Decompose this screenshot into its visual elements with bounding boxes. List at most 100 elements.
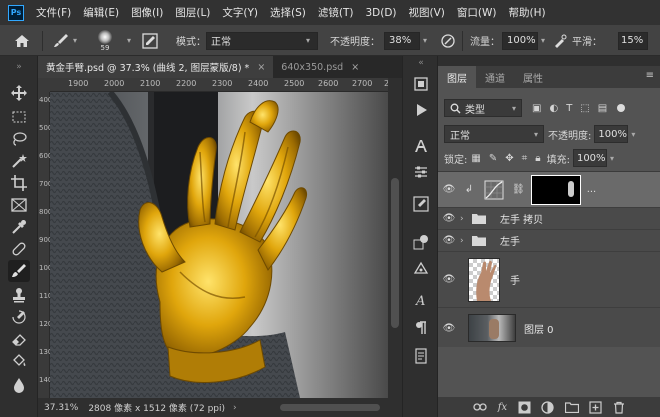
lock-all-icon[interactable]: 🔒︎ bbox=[535, 153, 540, 164]
close-icon[interactable]: × bbox=[257, 62, 265, 73]
eye-icon[interactable]: 👁︎ bbox=[438, 274, 460, 285]
adjustment-icon[interactable] bbox=[541, 400, 554, 414]
layer-row-hand[interactable]: 👁︎ 手 bbox=[438, 252, 660, 308]
zoom-level[interactable]: 37.31% bbox=[44, 403, 78, 413]
healing-brush-tool[interactable] bbox=[8, 238, 30, 260]
lasso-tool[interactable] bbox=[8, 128, 30, 150]
brush-tool[interactable] bbox=[8, 260, 30, 282]
blur-tool[interactable] bbox=[8, 374, 30, 396]
chevron-down-icon[interactable]: ▾ bbox=[541, 36, 545, 45]
eraser-tool[interactable] bbox=[8, 328, 30, 350]
blend-mode-select[interactable]: 正常 ▾ bbox=[444, 125, 544, 143]
brush-size-picker[interactable]: 59 bbox=[98, 25, 112, 56]
mode-select[interactable]: 正常 bbox=[206, 31, 318, 50]
chevron-down-icon[interactable]: ▾ bbox=[423, 36, 427, 45]
menu-3d[interactable]: 3D(D) bbox=[359, 7, 402, 19]
clone-source-panel-button[interactable] bbox=[411, 232, 431, 252]
layer-row-layer-0[interactable]: 👁︎ 图层 0 bbox=[438, 308, 660, 348]
vertical-scrollbar[interactable] bbox=[388, 78, 402, 398]
menu-type[interactable]: 文字(Y) bbox=[216, 5, 264, 20]
fill-input[interactable]: 100% bbox=[572, 149, 607, 167]
mask-icon[interactable] bbox=[518, 401, 531, 414]
tab-640x350[interactable]: 640x350.psd × bbox=[273, 56, 367, 78]
brush-settings-panel-button[interactable] bbox=[411, 194, 431, 214]
filter-type-icon[interactable]: T bbox=[566, 103, 572, 114]
chevron-down-icon[interactable]: ▾ bbox=[610, 154, 614, 163]
tab-properties[interactable]: 属性 bbox=[514, 66, 552, 88]
fx-icon[interactable]: fx bbox=[498, 402, 507, 413]
opacity-input[interactable]: 38% bbox=[384, 31, 420, 50]
chevron-down-icon[interactable]: ▾ bbox=[127, 36, 131, 45]
layer-mask-thumbnail[interactable] bbox=[530, 174, 581, 205]
chevron-right-icon[interactable]: › bbox=[460, 214, 472, 224]
airbrush-button[interactable] bbox=[552, 25, 568, 56]
paint-bucket-tool[interactable] bbox=[8, 350, 30, 372]
layer-thumbnail[interactable] bbox=[468, 257, 500, 302]
character-panel-button[interactable] bbox=[411, 136, 431, 156]
quick-select-tool[interactable] bbox=[8, 150, 30, 172]
pressure-opacity-button[interactable] bbox=[440, 25, 456, 56]
character-styles-button[interactable] bbox=[411, 318, 431, 338]
menu-image[interactable]: 图像(I) bbox=[125, 5, 169, 20]
layer-thumbnail[interactable] bbox=[468, 314, 516, 342]
lock-image-icon[interactable]: ✎ bbox=[489, 153, 497, 164]
notes-panel-button[interactable] bbox=[411, 346, 431, 366]
lock-transparent-icon[interactable]: ▦ bbox=[471, 153, 480, 164]
menu-window[interactable]: 窗口(W) bbox=[451, 5, 503, 20]
chevron-right-icon[interactable]: › bbox=[233, 403, 237, 413]
lock-artboard-icon[interactable]: ⌗ bbox=[522, 153, 528, 164]
move-tool[interactable] bbox=[8, 82, 30, 104]
filter-kind-select[interactable]: 类型 ▾ bbox=[444, 99, 522, 117]
filter-adjustment-icon[interactable]: ◐ bbox=[549, 103, 558, 114]
collapse-arrows-icon[interactable]: » bbox=[8, 62, 30, 72]
vertical-scroll-thumb[interactable] bbox=[391, 178, 399, 328]
chain-link-icon[interactable]: ⛓︎ bbox=[512, 184, 525, 195]
layer-row-group-left-hand[interactable]: 👁︎ › 左手 bbox=[438, 230, 660, 252]
collapse-arrows-icon[interactable]: « bbox=[411, 58, 431, 68]
swatches-panel-button[interactable] bbox=[411, 258, 431, 278]
brush-tool-preset[interactable]: ▾ bbox=[52, 25, 77, 56]
eye-icon[interactable]: 👁︎ bbox=[438, 184, 460, 195]
menu-file[interactable]: 文件(F) bbox=[30, 5, 77, 20]
menu-filter[interactable]: 滤镜(T) bbox=[312, 5, 360, 20]
crop-tool[interactable] bbox=[8, 172, 30, 194]
menu-help[interactable]: 帮助(H) bbox=[503, 5, 552, 20]
menu-view[interactable]: 视图(V) bbox=[403, 5, 451, 20]
layer-opacity-input[interactable]: 100% bbox=[594, 125, 629, 143]
flow-input[interactable]: 100% bbox=[502, 31, 538, 50]
lock-position-icon[interactable]: ✥ bbox=[505, 153, 513, 164]
eye-icon[interactable]: 👁︎ bbox=[438, 235, 460, 246]
eye-icon[interactable]: 👁︎ bbox=[438, 323, 460, 334]
close-icon[interactable]: × bbox=[351, 62, 359, 73]
menu-edit[interactable]: 编辑(E) bbox=[77, 5, 125, 20]
marquee-tool[interactable] bbox=[8, 106, 30, 128]
filter-pixel-icon[interactable]: ▣ bbox=[532, 103, 541, 114]
stamp-tool[interactable] bbox=[8, 284, 30, 306]
history-panel-button[interactable] bbox=[411, 74, 431, 94]
paragraph-panel-button[interactable] bbox=[411, 162, 431, 182]
brush-settings-toggle[interactable] bbox=[142, 25, 158, 56]
link-icon[interactable] bbox=[473, 402, 487, 412]
eyedropper-tool[interactable] bbox=[8, 216, 30, 238]
eye-icon[interactable]: 👁︎ bbox=[438, 213, 460, 224]
tab-layers[interactable]: 图层 bbox=[438, 66, 476, 88]
tab-gold-arm[interactable]: 黄金手臂.psd @ 37.3% (曲线 2, 图层蒙版/8) * × bbox=[38, 56, 274, 78]
frame-tool[interactable] bbox=[8, 194, 30, 216]
menu-select[interactable]: 选择(S) bbox=[264, 5, 312, 20]
layer-row-group-left-hand-copy[interactable]: 👁︎ › 左手 拷贝 bbox=[438, 208, 660, 230]
trash-icon[interactable] bbox=[613, 401, 625, 414]
actions-panel-button[interactable] bbox=[411, 100, 431, 120]
chevron-right-icon[interactable]: › bbox=[460, 236, 472, 246]
menu-layer[interactable]: 图层(L) bbox=[169, 5, 216, 20]
new-layer-icon[interactable] bbox=[589, 400, 602, 414]
paragraph-styles-button[interactable]: A bbox=[411, 290, 431, 310]
filter-smart-object-icon[interactable]: ▤ bbox=[598, 103, 607, 114]
home-button[interactable] bbox=[14, 25, 30, 56]
folder-icon[interactable] bbox=[564, 401, 579, 413]
horizontal-scroll-thumb[interactable] bbox=[280, 404, 380, 411]
chevron-down-icon[interactable]: ▾ bbox=[631, 130, 635, 139]
filter-shape-icon[interactable]: ⬚ bbox=[580, 103, 589, 114]
tab-channels[interactable]: 通道 bbox=[476, 66, 514, 88]
more-icon[interactable]: ... bbox=[587, 184, 597, 195]
smooth-input[interactable]: 15% bbox=[618, 31, 648, 50]
